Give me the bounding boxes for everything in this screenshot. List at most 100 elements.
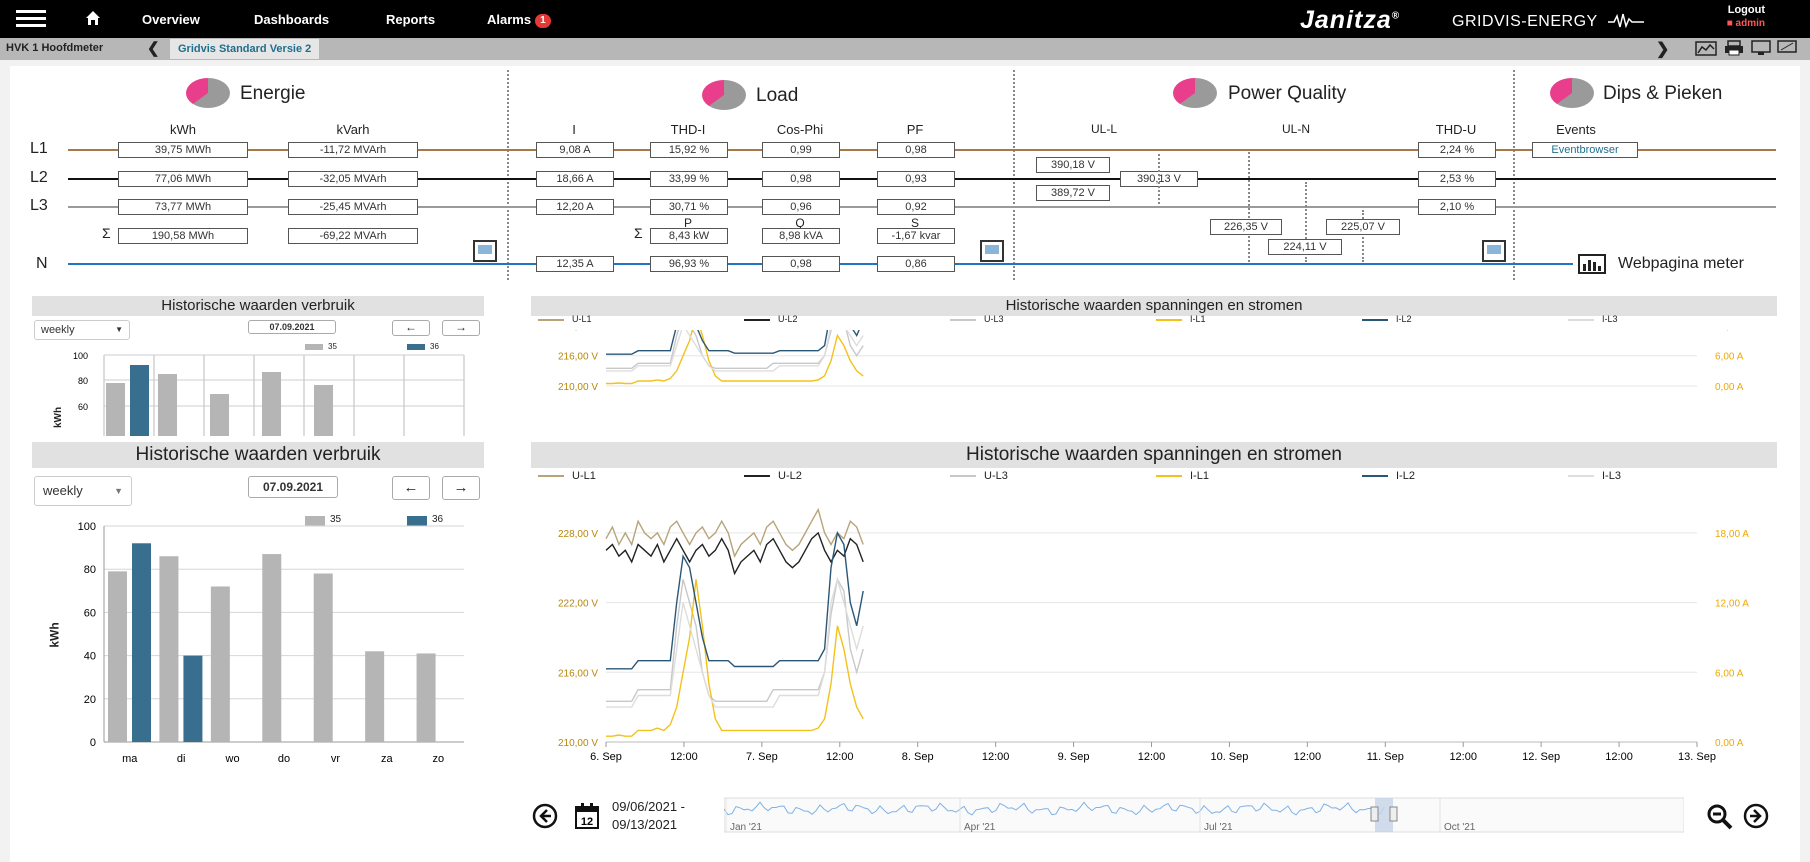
legend-item-u-l3[interactable]: U-L3: [950, 470, 1008, 482]
kwh-l2: 77,06 MWh: [118, 171, 248, 187]
bar-35: [159, 556, 179, 742]
power-quality-pie-icon: [1173, 78, 1217, 108]
legend-item-i-l1[interactable]: I-L1: [1156, 470, 1209, 482]
ytick-right: 0,00 A: [1715, 382, 1744, 393]
legend-item-i-l3[interactable]: I-L3: [1568, 314, 1618, 324]
xtick-label: 8. Sep: [902, 751, 934, 763]
range-navigator[interactable]: Jan '21 Apr '21 Jul '21 Oct '21: [724, 796, 1684, 836]
load-pie-icon: [702, 80, 746, 110]
dashboard-tab[interactable]: Gridvis Standard Versie 2: [170, 39, 320, 59]
xtick-label: vr: [331, 753, 341, 765]
pf-l1: 0,98: [877, 142, 955, 158]
next-week-small[interactable]: →: [442, 320, 480, 336]
prev-week-button[interactable]: ←: [392, 476, 430, 500]
section-title-power-quality: Power Quality: [1228, 83, 1347, 104]
section-title-energie: Energie: [240, 83, 306, 104]
legend-item-u-l2[interactable]: U-L2: [744, 470, 802, 482]
bar-small: [314, 385, 333, 436]
chevron-left-icon[interactable]: ❮: [147, 39, 160, 57]
period-select-small[interactable]: weekly ▼: [34, 320, 130, 340]
webpage-meter-link[interactable]: Webpagina meter: [1618, 255, 1744, 273]
nav-alarms[interactable]: Alarms 1: [487, 12, 551, 28]
xtick-label: 9. Sep: [1058, 751, 1090, 763]
uln-l1: 226,35 V: [1210, 219, 1282, 235]
col-kvarh: kVarh: [336, 122, 370, 137]
chevron-down-icon: ▼: [114, 486, 123, 496]
legend-swatch: [950, 475, 976, 478]
ull-l1: 390,18 V: [1036, 157, 1110, 173]
xtick-label: za: [381, 753, 394, 765]
navigator-handle: [1370, 806, 1379, 822]
cos-l3: 0,96: [762, 199, 840, 215]
i-l1: 9,08 A: [536, 142, 614, 158]
pf-l2: 0,93: [877, 171, 955, 187]
xtick-label: 6. Sep: [590, 751, 622, 763]
zoom-out-icon[interactable]: [1706, 803, 1734, 836]
legend-item-i-l2[interactable]: I-L2: [1362, 314, 1412, 324]
thd-i-l3: 30,71 %: [650, 199, 728, 215]
section-title-dips: Dips & Pieken: [1603, 83, 1723, 104]
prev-week-small[interactable]: ←: [392, 320, 430, 336]
nav-reports[interactable]: Reports: [386, 12, 435, 27]
pq-report-icon[interactable]: [1482, 240, 1506, 262]
xtick-label: 12:00: [1138, 751, 1166, 763]
xtick-label: 12:00: [1449, 751, 1477, 763]
chevron-right-icon[interactable]: ❯: [1656, 39, 1669, 59]
home-icon[interactable]: [84, 9, 102, 32]
load-report-icon[interactable]: [980, 240, 1004, 262]
navigator-handle: [1389, 806, 1398, 822]
navigator-label: Apr '21: [964, 822, 996, 833]
print-icon[interactable]: [1723, 40, 1745, 56]
meter-icon[interactable]: [1578, 254, 1606, 279]
col-events: Events: [1556, 122, 1596, 137]
logout-link[interactable]: Logout ■ admin: [1705, 4, 1765, 30]
sigma-load: Σ: [634, 225, 643, 241]
ytick-label: 40: [84, 651, 96, 663]
xtick-label: 12:00: [982, 751, 1010, 763]
ytick-label: 80: [84, 564, 96, 576]
col-i: I: [572, 122, 576, 137]
section-title-load: Load: [756, 85, 799, 106]
date-small[interactable]: 07.09.2021: [248, 320, 336, 334]
legend-item-u-l1[interactable]: U-L1: [538, 314, 592, 324]
calendar-icon[interactable]: 12: [574, 802, 600, 835]
sigma-energie: Σ: [102, 225, 111, 241]
ytick-small: 60: [78, 402, 88, 412]
legend-item-i-l3[interactable]: I-L3: [1568, 470, 1621, 482]
voltages-small-chart: 210,00 V 0,00 A 216,00 V 6,00 A 222,00 V 12,0…: [558, 330, 1749, 393]
range-prev-icon[interactable]: [532, 803, 558, 834]
nav-overview[interactable]: Overview: [142, 12, 200, 27]
date-range-from: 09/06/2021 -: [612, 799, 686, 814]
legend-item-u-l3[interactable]: U-L3: [950, 314, 1004, 324]
legend-item-i-l1[interactable]: I-L1: [1156, 314, 1206, 324]
row-label-l3: L3: [30, 197, 48, 214]
xtick-label: 13. Sep: [1678, 751, 1716, 763]
ytick-left: 216,00 V: [558, 352, 598, 363]
range-next-icon[interactable]: [1743, 803, 1769, 834]
legend-item-u-l1[interactable]: U-L1: [538, 470, 596, 482]
nav-dashboards[interactable]: Dashboards: [254, 12, 329, 27]
legend-swatch: [1568, 318, 1594, 321]
legend-item-i-l2[interactable]: I-L2: [1362, 470, 1415, 482]
menu-icon[interactable]: [16, 10, 46, 28]
kwh-sum: 190,58 MWh: [118, 228, 248, 244]
next-week-button[interactable]: →: [442, 476, 480, 500]
ull-connector: [1158, 154, 1160, 204]
cos-n: 0,98: [762, 256, 840, 272]
eventbrowser-button[interactable]: Eventbrowser: [1532, 142, 1638, 158]
series-u-l3: [606, 330, 864, 369]
bar-35: [416, 653, 436, 742]
device-name[interactable]: HVK 1 Hoofdmeter: [6, 42, 103, 54]
fullscreen-icon[interactable]: [1776, 40, 1798, 56]
period-select[interactable]: weekly ▼: [34, 476, 132, 506]
monitor-icon[interactable]: [1750, 40, 1772, 56]
cos-l1: 0,99: [762, 142, 840, 158]
legend-item-u-l2[interactable]: U-L2: [744, 314, 798, 324]
legend-label: I-L2: [1396, 470, 1415, 482]
pf-n: 0,86: [877, 256, 955, 272]
legend-label: U-L1: [572, 314, 592, 324]
energie-report-icon[interactable]: [473, 240, 497, 262]
chart-icon[interactable]: [1695, 40, 1717, 56]
date-range[interactable]: 09/06/2021 - 09/13/2021: [612, 798, 685, 834]
date-picker[interactable]: 07.09.2021: [248, 476, 338, 498]
